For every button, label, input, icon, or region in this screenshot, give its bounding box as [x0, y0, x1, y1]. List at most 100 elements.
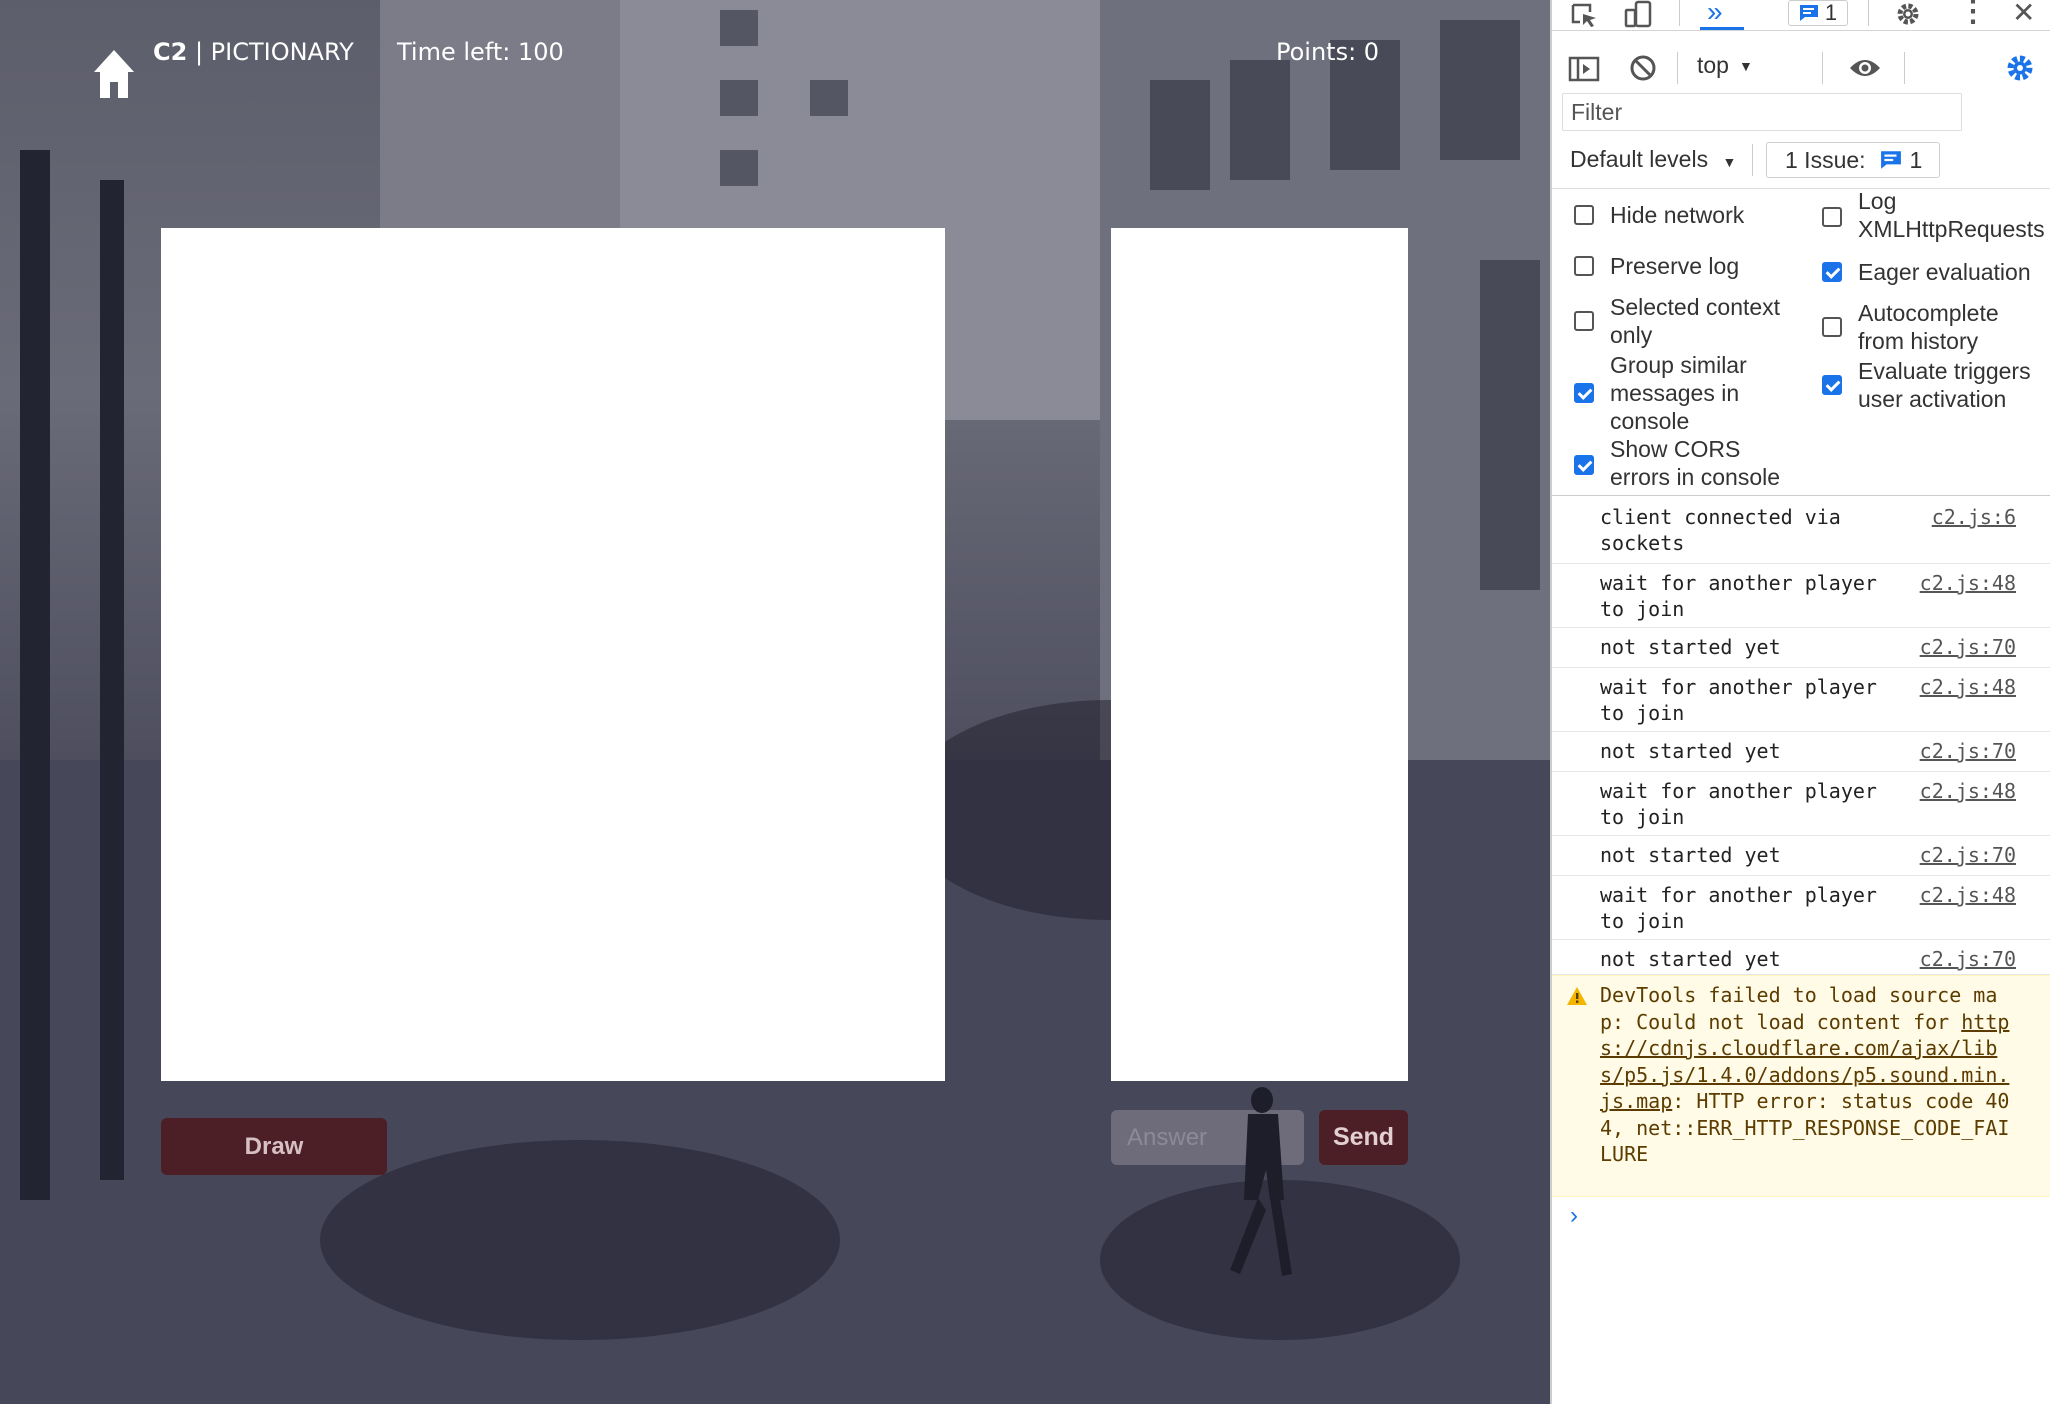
log-source-link[interactable]: c2.js:70 — [1920, 634, 2016, 660]
log-source-link[interactable]: c2.js:6 — [1932, 504, 2016, 530]
toolbar-divider — [1752, 144, 1753, 176]
autocomplete-from-history-checkbox[interactable] — [1822, 317, 1842, 337]
background-window — [1480, 260, 1540, 590]
log-xmlhttprequests-checkbox[interactable] — [1822, 207, 1842, 227]
background-window — [720, 10, 758, 46]
log-source-link[interactable]: c2.js:48 — [1920, 778, 2016, 804]
background-window — [1230, 60, 1290, 180]
palm-trunk — [100, 180, 124, 1180]
console-prompt-icon[interactable]: › — [1570, 1202, 1578, 1230]
message-icon — [1799, 5, 1818, 21]
active-tab-indicator — [1700, 27, 1744, 30]
app-title: C2 | PICTIONARY — [153, 38, 354, 66]
clear-console-icon[interactable] — [1629, 54, 1657, 82]
toolbar-divider — [1904, 52, 1905, 84]
issues-count: 1 — [1909, 146, 1923, 173]
group-similar-label: Group similar messages in console — [1610, 352, 1747, 434]
background-window — [720, 150, 758, 186]
issues-label: 1 Issue: — [1785, 146, 1866, 173]
palm-trunk — [20, 150, 50, 1200]
log-message: not started yet — [1600, 843, 1781, 867]
toolbar-divider — [1868, 0, 1869, 26]
settings-gear-icon[interactable] — [1894, 0, 1922, 28]
log-source-link[interactable]: c2.js:48 — [1920, 570, 2016, 596]
game-area: C2 | PICTIONARY Time left: 100 Points: 0… — [0, 0, 1550, 1404]
log-message: not started yet — [1600, 635, 1781, 659]
console-log-row: not started yet c2.js:70 — [1552, 940, 2050, 975]
hide-network-checkbox[interactable] — [1574, 205, 1594, 225]
toolbar-divider — [1822, 52, 1823, 84]
console-log-row: wait for another player to join c2.js:48 — [1552, 668, 2050, 732]
devtools-toolbar: » 1 ⋮ ✕ — [1552, 0, 2050, 31]
default-levels-dropdown[interactable]: Default levels ▼ — [1570, 146, 1736, 173]
message-icon — [1880, 151, 1901, 169]
more-options-icon[interactable]: ⋮ — [1958, 0, 1988, 29]
selected-context-only-checkbox[interactable] — [1574, 311, 1594, 331]
drawing-canvas[interactable] — [161, 228, 945, 1081]
evaluate-triggers-label: Evaluate triggers user activation — [1858, 358, 2031, 412]
console-log-row: wait for another player to join c2.js:48 — [1552, 564, 2050, 628]
context-selector[interactable]: top ▼ — [1697, 52, 1753, 79]
warning-message: DevTools failed to load source map: Coul… — [1552, 975, 2050, 1197]
toolbar-divider — [1679, 0, 1680, 26]
default-levels-label: Default levels — [1570, 146, 1709, 172]
home-icon[interactable] — [92, 48, 136, 100]
hide-network-label: Hide network — [1610, 202, 1745, 228]
console-settings-gear-icon[interactable] — [2004, 52, 2036, 84]
console-log-row: wait for another player to join c2.js:48 — [1552, 876, 2050, 940]
devtools-panel: » 1 ⋮ ✕ top ▼ D — [1550, 0, 2050, 1404]
log-message: wait for another player to join — [1600, 883, 1889, 933]
dropdown-arrow-icon: ▼ — [1738, 57, 1753, 74]
context-label: top — [1697, 52, 1729, 78]
log-message: wait for another player to join — [1600, 779, 1889, 829]
points: Points: 0 — [1276, 38, 1380, 66]
log-source-link[interactable]: c2.js:48 — [1920, 674, 2016, 700]
log-message: client connected via sockets — [1600, 505, 1853, 555]
background-window — [1150, 80, 1210, 190]
console-log-row: not started yet c2.js:70 — [1552, 628, 2050, 668]
sidebar-toggle-icon[interactable] — [1568, 56, 1600, 82]
issues-button[interactable]: 1 Issue: 1 — [1766, 142, 1940, 178]
log-message: not started yet — [1600, 947, 1781, 971]
tree-shadow — [320, 1140, 840, 1340]
dropdown-arrow-icon: ▼ — [1722, 154, 1737, 170]
log-source-link[interactable]: c2.js:70 — [1920, 842, 2016, 868]
autocomplete-from-history-label: Autocomplete from history — [1858, 300, 1999, 354]
preserve-log-checkbox[interactable] — [1574, 256, 1594, 276]
selected-context-only-label: Selected context only — [1610, 294, 1781, 348]
group-similar-checkbox[interactable] — [1574, 383, 1594, 403]
preserve-log-label: Preserve log — [1610, 253, 1740, 279]
inspect-element-icon[interactable] — [1570, 2, 1600, 28]
live-expression-eye-icon[interactable] — [1848, 56, 1882, 80]
warning-prefix: DevTools failed to load source map: Coul… — [1600, 983, 1998, 1034]
log-message: wait for another player to join — [1600, 571, 1889, 621]
console-log-row: wait for another player to join c2.js:48 — [1552, 772, 2050, 836]
draw-button[interactable]: Draw — [161, 1118, 387, 1175]
answers-panel — [1111, 228, 1408, 1081]
log-message: not started yet — [1600, 739, 1781, 763]
log-message: wait for another player to join — [1600, 675, 1889, 725]
console-settings: Hide network Log XMLHttpRequests Preserv… — [1552, 188, 2050, 496]
console-toolbar: top ▼ — [1552, 46, 2050, 90]
show-cors-checkbox[interactable] — [1574, 455, 1594, 475]
log-xmlhttprequests-label: Log XMLHttpRequests — [1858, 188, 2045, 242]
console-log-row: not started yet c2.js:70 — [1552, 732, 2050, 772]
warning-icon — [1567, 987, 1587, 1005]
send-button[interactable]: Send — [1319, 1110, 1408, 1165]
background-window — [810, 80, 848, 116]
log-source-link[interactable]: c2.js:70 — [1920, 738, 2016, 764]
close-icon[interactable]: ✕ — [2012, 0, 2035, 29]
log-source-link[interactable]: c2.js:70 — [1920, 946, 2016, 972]
filter-input[interactable] — [1562, 93, 1962, 131]
evaluate-triggers-checkbox[interactable] — [1822, 375, 1842, 395]
background-window — [720, 80, 758, 116]
more-tabs-icon[interactable]: » — [1707, 0, 1723, 28]
console-log-row: not started yet c2.js:70 — [1552, 836, 2050, 876]
show-cors-label: Show CORS errors in console — [1610, 436, 1781, 490]
log-source-link[interactable]: c2.js:48 — [1920, 882, 2016, 908]
device-toolbar-icon[interactable] — [1624, 0, 1654, 28]
eager-evaluation-checkbox[interactable] — [1822, 262, 1842, 282]
time-left: Time left: 100 — [397, 38, 564, 66]
issues-badge[interactable]: 1 — [1788, 0, 1848, 26]
walking-person — [1230, 1087, 1292, 1276]
